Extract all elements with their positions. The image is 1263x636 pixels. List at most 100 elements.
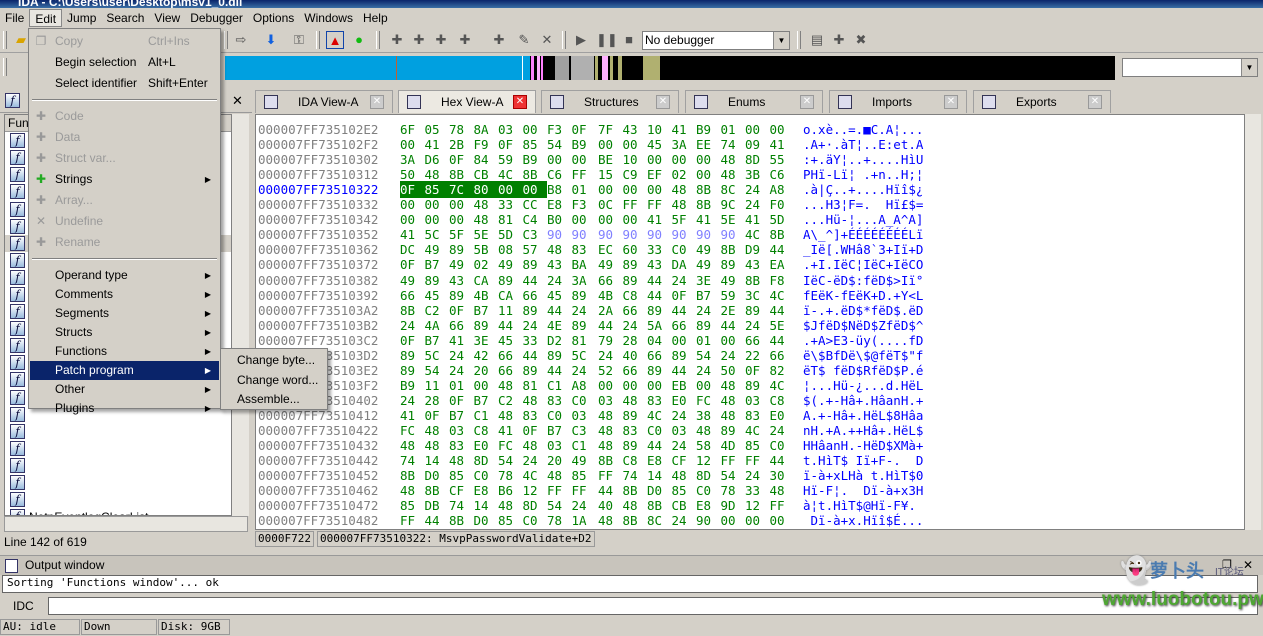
chevron-down-icon[interactable]: ▼ — [1241, 59, 1257, 76]
menu-item-change-byte[interactable]: Change byte... — [222, 351, 326, 370]
function-row[interactable]: fNetpEventlogClearList — [5, 508, 231, 515]
toolbar-grip[interactable] — [376, 31, 380, 49]
hex-view[interactable]: 000007FF735102E2 6F 05 78 8A 03 00 F3 0F 7F 43 10 41… — [255, 114, 1245, 530]
menu-item-structs[interactable]: Structs ▶ — [30, 323, 219, 342]
menu-item-strings[interactable]: ✚ Strings ▶ — [30, 170, 219, 189]
menu-item-select-identifier[interactable]: Select identifier Shift+Enter — [30, 74, 219, 93]
hex-byte[interactable]: 8B — [623, 512, 647, 529]
menu-item-change-word[interactable]: Change word... — [222, 371, 326, 390]
menu-item-struct-var[interactable]: ✚ Struct var... — [30, 149, 219, 168]
close-icon[interactable]: ✕ — [800, 95, 814, 109]
menu-options[interactable]: Options — [248, 9, 299, 27]
menu-item-assemble[interactable]: Assemble... — [222, 390, 326, 409]
menu-item-rename[interactable]: ✚ Rename — [30, 233, 219, 252]
menu-item-other[interactable]: Other ▶ — [30, 380, 219, 399]
idc-input[interactable] — [48, 597, 1258, 615]
menu-item-data[interactable]: ✚ Data — [30, 128, 219, 147]
breakpoint-list-icon[interactable]: ▤ — [808, 31, 826, 49]
hex-byte[interactable]: 00 — [770, 512, 794, 529]
delete-breakpoint-icon[interactable]: ✖ — [852, 31, 870, 49]
menu-item-patch-program[interactable]: Patch program ▶ — [30, 361, 219, 380]
menu-item-operand-type[interactable]: Operand type ▶ — [30, 266, 219, 285]
hex-byte[interactable]: FF — [400, 512, 424, 529]
menu-item-code[interactable]: ✚ Code — [30, 107, 219, 126]
menu-item-plugins[interactable]: Plugins ▶ — [30, 399, 219, 418]
tab-exports[interactable]: Exports ✕ — [973, 90, 1111, 113]
hex-byte[interactable]: 8B — [449, 512, 473, 529]
functions-vertical-scrollbar[interactable] — [232, 114, 249, 516]
tab-structures[interactable]: Structures ✕ — [541, 90, 679, 113]
hex-byte[interactable]: 8C — [647, 512, 671, 529]
function-row[interactable]: f — [5, 491, 231, 508]
menu-edit[interactable]: Edit — [29, 9, 63, 27]
function-row[interactable]: f — [5, 457, 231, 474]
hex-byte[interactable]: 00 — [721, 512, 745, 529]
hex-byte[interactable]: 48 — [598, 512, 622, 529]
code-icon[interactable]: ✚ — [388, 31, 406, 49]
close-icon[interactable]: ✕ — [232, 93, 243, 109]
close-icon[interactable]: ✕ — [944, 95, 958, 109]
function-row[interactable]: f — [5, 440, 231, 457]
warning-icon[interactable]: ▲ — [326, 31, 344, 49]
struct-icon[interactable]: ✚ — [432, 31, 450, 49]
play-icon[interactable]: ▶ — [572, 31, 590, 49]
hex-byte[interactable]: 78 — [547, 512, 571, 529]
green-circle-icon[interactable]: ● — [350, 31, 368, 49]
navigation-band[interactable] — [225, 56, 1115, 80]
toolbar-grip[interactable] — [3, 58, 7, 76]
add-breakpoint-icon[interactable]: ✚ — [830, 31, 848, 49]
menu-item-undefine[interactable]: ✕ Undefine — [30, 212, 219, 231]
strings-icon[interactable]: ✚ — [490, 31, 508, 49]
segment-select[interactable]: ▼ — [1122, 58, 1258, 77]
close-icon[interactable]: ✕ — [370, 95, 384, 109]
close-icon[interactable]: ✕ — [656, 95, 670, 109]
stop-icon[interactable]: ■ — [620, 31, 638, 49]
menu-help[interactable]: Help — [358, 9, 393, 27]
menu-search[interactable]: Search — [101, 9, 149, 27]
hex-byte[interactable]: 44 — [425, 512, 449, 529]
tab-enums[interactable]: Enums ✕ — [685, 90, 823, 113]
down-arrow-icon[interactable]: ⬇ — [262, 31, 280, 49]
menu-item-comments[interactable]: Comments ▶ — [30, 285, 219, 304]
toolbar-grip[interactable] — [797, 31, 801, 49]
menu-file[interactable]: File — [0, 9, 29, 27]
menu-view[interactable]: View — [149, 9, 185, 27]
close-icon[interactable]: ✕ — [1088, 95, 1102, 109]
function-row[interactable]: f — [5, 423, 231, 440]
hex-byte[interactable]: 1A — [572, 512, 596, 529]
tab-hex-view-a[interactable]: Hex View-A ✕ — [398, 90, 536, 113]
lock-icon[interactable]: ⚿ — [290, 31, 308, 49]
chevron-down-icon[interactable]: ▼ — [773, 32, 789, 49]
hex-byte[interactable]: C0 — [523, 512, 547, 529]
menu-item-copy[interactable]: ❐ Copy Ctrl+Ins — [30, 32, 219, 51]
hex-byte[interactable]: 24 — [672, 512, 696, 529]
menu-item-array[interactable]: ✚ Array... — [30, 191, 219, 210]
rename-icon[interactable]: ✎ — [515, 31, 533, 49]
menu-item-functions[interactable]: Functions ▶ — [30, 342, 219, 361]
array-icon[interactable]: ✚ — [456, 31, 474, 49]
hex-vertical-scrollbar[interactable] — [1245, 114, 1261, 530]
menu-jump[interactable]: Jump — [62, 9, 101, 27]
hex-byte[interactable]: 85 — [498, 512, 522, 529]
menu-item-segments[interactable]: Segments ▶ — [30, 304, 219, 323]
menu-item-begin-selection[interactable]: Begin selection Alt+L — [30, 53, 219, 72]
menu-debugger[interactable]: Debugger — [185, 9, 248, 27]
tab-imports[interactable]: Imports ✕ — [829, 90, 967, 113]
undefine-icon[interactable]: ✕ — [538, 31, 556, 49]
hex-byte[interactable]: 90 — [696, 512, 720, 529]
hex-byte[interactable]: 00 — [745, 512, 769, 529]
toolbar-grip[interactable] — [316, 31, 320, 49]
functions-horizontal-scrollbar[interactable] — [4, 516, 248, 532]
pause-icon[interactable]: ❚❚ — [596, 31, 618, 49]
debugger-select[interactable]: No debugger ▼ — [642, 31, 790, 50]
jump-icon[interactable]: ⇨ — [232, 31, 250, 49]
column-header-function-name[interactable]: Fun — [5, 116, 29, 130]
toolbar-grip[interactable] — [3, 31, 7, 49]
toolbar-grip[interactable] — [562, 31, 566, 49]
toolbar-grip[interactable] — [224, 31, 228, 49]
menu-windows[interactable]: Windows — [299, 9, 358, 27]
function-row[interactable]: f — [5, 474, 231, 491]
close-icon[interactable]: ✕ — [513, 95, 527, 109]
tab-ida-view-a[interactable]: IDA View-A ✕ — [255, 90, 393, 113]
data-icon[interactable]: ✚ — [410, 31, 428, 49]
